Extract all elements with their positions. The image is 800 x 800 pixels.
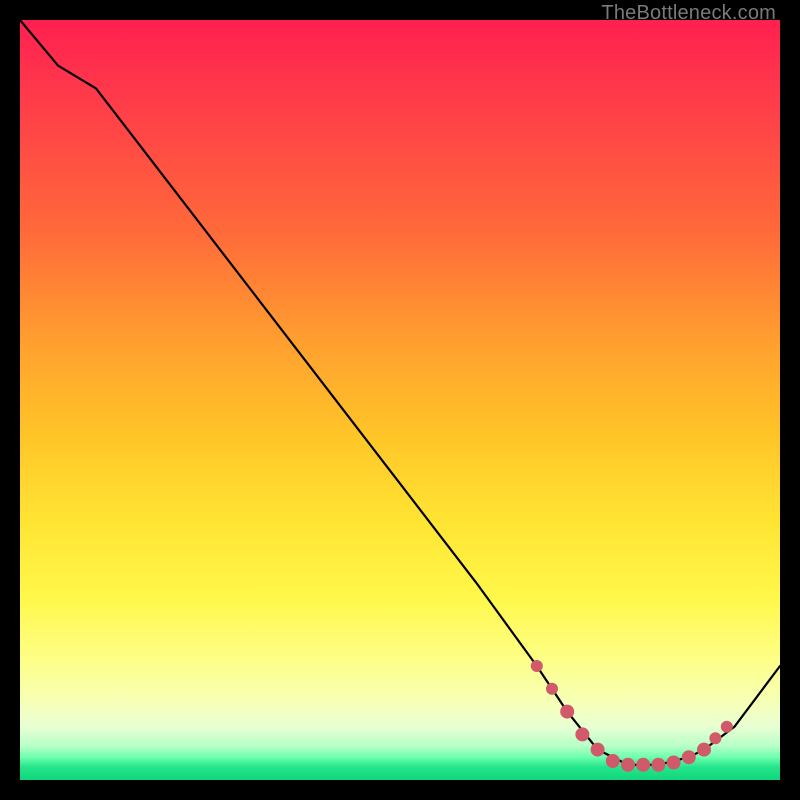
curve-line [20, 20, 780, 765]
chart-stage: TheBottleneck.com [0, 0, 800, 800]
highlight-dots [531, 660, 733, 772]
chart-overlay [20, 20, 780, 780]
plot-area [20, 20, 780, 780]
